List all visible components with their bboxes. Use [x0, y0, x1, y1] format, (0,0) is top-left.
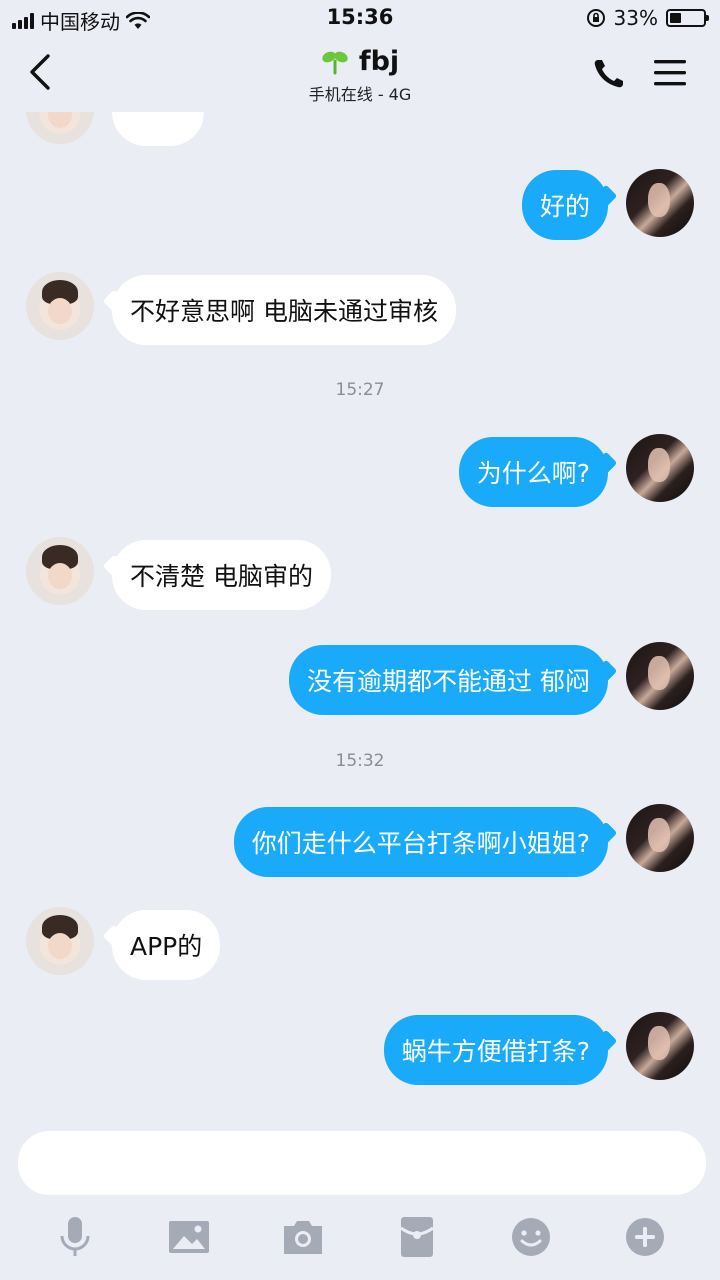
contact-avatar[interactable] [26, 537, 94, 605]
message-bubble-outgoing[interactable]: 为什么啊? [458, 437, 608, 507]
contact-avatar[interactable] [26, 272, 94, 340]
my-avatar[interactable] [626, 804, 694, 872]
timestamp: 15:32 [335, 751, 385, 771]
status-bar: 中国移动 15:36 33% [0, 0, 720, 36]
phone-call-button[interactable] [590, 56, 630, 92]
message-bubble-outgoing[interactable]: 好的 [521, 170, 608, 240]
message-bubble-incoming[interactable]: 不清楚 电脑审的 [112, 540, 331, 610]
emoji-icon[interactable] [508, 1214, 554, 1260]
battery-percent: 33% [613, 6, 658, 30]
chat-area[interactable]: 好的 不好意思啊 电脑未通过审核 15:27 为什么啊? 不清楚 电脑审的 没有… [0, 112, 720, 1115]
message-bubble-incoming[interactable]: APP的 [112, 910, 221, 980]
contact-avatar[interactable] [26, 907, 94, 975]
microphone-icon[interactable] [52, 1214, 98, 1260]
add-icon[interactable] [622, 1214, 668, 1260]
contact-avatar[interactable] [26, 112, 94, 144]
message-bubble-incoming[interactable]: 不好意思啊 电脑未通过审核 [112, 275, 456, 345]
image-icon[interactable] [166, 1214, 212, 1260]
sprout-icon [322, 51, 348, 74]
message-bubble-outgoing[interactable]: 蜗牛方便借打条? [383, 1015, 608, 1085]
rotation-lock-icon [586, 9, 605, 27]
timestamp: 15:27 [335, 380, 385, 400]
message-input[interactable] [18, 1131, 706, 1195]
my-avatar[interactable] [626, 1012, 694, 1080]
my-avatar[interactable] [626, 642, 694, 710]
message-bubble-outgoing[interactable]: 你们走什么平台打条啊小姐姐? [233, 807, 608, 877]
nav-bar: fbj 手机在线 - 4G [0, 36, 720, 112]
menu-button[interactable] [652, 56, 688, 90]
my-avatar[interactable] [626, 434, 694, 502]
message-bubble-incoming[interactable] [112, 112, 204, 146]
battery-icon [666, 9, 709, 27]
camera-icon[interactable] [280, 1214, 326, 1260]
my-avatar[interactable] [626, 169, 694, 237]
message-bubble-outgoing[interactable]: 没有逾期都不能通过 郁闷 [289, 645, 608, 715]
contact-name: fbj [358, 46, 400, 77]
red-packet-icon[interactable] [394, 1214, 440, 1260]
composer-bar [0, 1115, 720, 1280]
toolbar [0, 1210, 720, 1266]
